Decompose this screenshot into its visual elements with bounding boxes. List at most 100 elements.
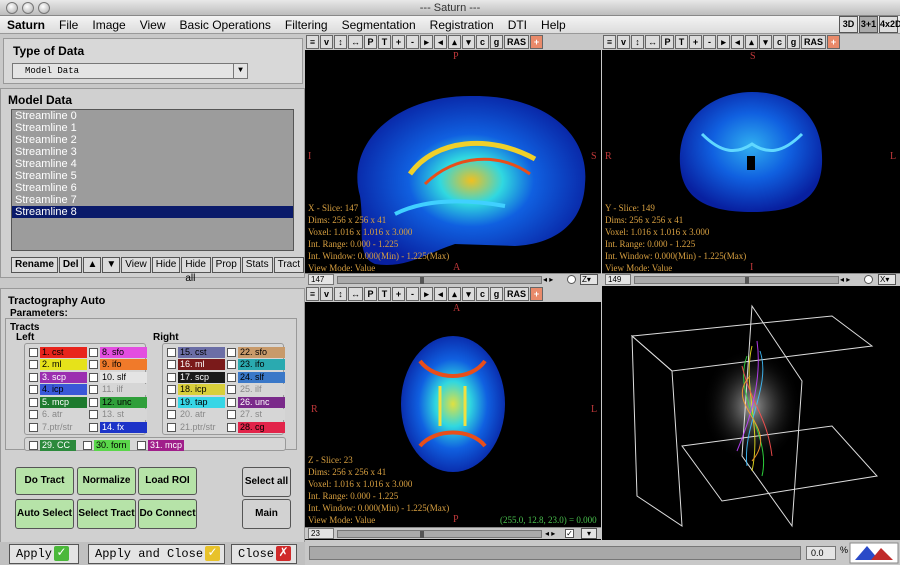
tract-checkbox[interactable] <box>29 385 38 394</box>
tract-checkbox[interactable] <box>29 410 38 419</box>
tract-option[interactable]: 13. st <box>89 409 147 421</box>
tract-option[interactable]: 31. mcp <box>137 439 184 451</box>
tract-option[interactable]: 9. ifo <box>89 359 147 371</box>
tract-checkbox[interactable] <box>167 372 176 382</box>
close-button[interactable]: Close ✗ <box>231 544 297 564</box>
menu-image[interactable]: Image <box>85 16 132 34</box>
tract-option[interactable]: 16. ml <box>167 359 225 371</box>
coronal-view[interactable]: ≡ v ↕ ↔ P T + - ▸ ◂ ▴ ▾ c g RAS + S R L I Y - Slice: 14… <box>602 34 900 285</box>
select-all-button[interactable]: Select all <box>242 467 291 497</box>
auto-select-button[interactable]: Auto Select <box>15 499 74 529</box>
tract-option[interactable]: 8. sfo <box>89 346 147 358</box>
list-item[interactable]: Streamline 3 <box>12 146 293 158</box>
tract-option[interactable]: 24. slf <box>227 371 285 383</box>
slider-thumb[interactable] <box>745 277 749 284</box>
axis-select[interactable]: Z▾ <box>580 274 598 285</box>
apply-and-close-button[interactable]: Apply and Close ✓ <box>88 544 225 564</box>
tract-checkbox[interactable] <box>83 440 92 450</box>
layout-3d-button[interactable]: 3D <box>839 16 858 33</box>
tract-option[interactable]: 3. scp <box>29 371 87 383</box>
menu-registration[interactable]: Registration <box>423 16 501 34</box>
streamline-list[interactable]: Streamline 0 Streamline 1 Streamline 2 Stre… <box>11 109 294 251</box>
model-view-button[interactable]: View <box>121 257 151 273</box>
slice-number[interactable]: 147 <box>308 274 334 285</box>
data-type-select[interactable]: Model Data ▼ <box>12 63 248 79</box>
tract-checkbox[interactable] <box>167 410 176 419</box>
step-arrows-icon[interactable]: ◂ ▸ <box>840 275 850 284</box>
sync-radio[interactable] <box>567 275 576 284</box>
list-item[interactable]: Streamline 1 <box>12 122 293 134</box>
tract-checkbox[interactable] <box>167 422 176 432</box>
tract-option[interactable]: 7.ptr/str <box>29 421 87 433</box>
tract-checkbox[interactable] <box>89 422 98 432</box>
tract-checkbox[interactable] <box>89 372 98 382</box>
tract-checkbox[interactable] <box>29 397 38 407</box>
tract-checkbox[interactable] <box>167 397 176 407</box>
tract-option[interactable]: 1. cst <box>29 346 87 358</box>
do-tract-button[interactable]: Do Tract <box>15 467 74 495</box>
sagittal-view[interactable]: ≡ v ↕ ↔ P T + - ▸ ◂ ▴ ▾ c g RAS + P I S A X - Slice: 14… <box>305 34 601 285</box>
sagittal-slice-slider[interactable]: 147 ◂ ▸ Z▾ <box>305 273 601 285</box>
tract-option[interactable]: 17. scp <box>167 371 225 383</box>
model-move-down-button[interactable]: ▼ <box>102 257 121 273</box>
tract-option[interactable]: 11. ilf <box>89 384 147 396</box>
menu-file[interactable]: File <box>52 16 85 34</box>
tract-checkbox[interactable] <box>137 440 146 450</box>
load-roi-button[interactable]: Load ROI <box>138 467 197 495</box>
tract-option[interactable]: 26. unc <box>227 396 285 408</box>
slice-number[interactable]: 23 <box>308 528 334 539</box>
3d-view[interactable] <box>602 286 900 540</box>
tract-option[interactable]: 5. mcp <box>29 396 87 408</box>
axial-view[interactable]: ≡ v ↕ ↔ P T + - ▸ ◂ ▴ ▾ c g RAS + A R L P Z - Slice: 23… <box>305 286 601 540</box>
close-window-icon[interactable] <box>6 2 18 14</box>
list-item[interactable]: Streamline 2 <box>12 134 293 146</box>
tract-option[interactable]: 4. icp <box>29 384 87 396</box>
minimize-window-icon[interactable] <box>22 2 34 14</box>
step-arrows-icon[interactable]: ◂ ▸ <box>543 275 553 284</box>
axial-slice-slider[interactable]: 23 ◂ ▸ ✓ ▾ <box>305 527 601 539</box>
model-tract-button[interactable]: Tract <box>273 257 304 273</box>
tract-option[interactable]: 29. CC <box>29 439 76 451</box>
tract-checkbox[interactable] <box>227 385 236 394</box>
tract-checkbox[interactable] <box>89 410 98 419</box>
slider-thumb[interactable] <box>420 277 424 284</box>
model-hide-all-button[interactable]: Hide all <box>181 257 211 284</box>
tract-checkbox[interactable] <box>29 347 38 357</box>
tract-checkbox[interactable] <box>29 360 38 369</box>
tract-checkbox[interactable] <box>89 347 98 357</box>
tract-option[interactable]: 6. atr <box>29 409 87 421</box>
chevron-down-icon[interactable]: ▾ <box>581 528 597 539</box>
model-prop-button[interactable]: Prop <box>211 257 241 273</box>
tract-checkbox[interactable] <box>29 440 38 450</box>
tract-option[interactable]: 30. forn <box>83 439 130 451</box>
tract-checkbox[interactable] <box>227 422 236 432</box>
menu-saturn[interactable]: Saturn <box>0 16 52 34</box>
list-item[interactable]: Streamline 0 <box>12 110 293 122</box>
tract-option[interactable]: 27. st <box>227 409 285 421</box>
menu-basic-operations[interactable]: Basic Operations <box>173 16 278 34</box>
model-del-button[interactable]: Del <box>58 257 83 273</box>
tract-checkbox[interactable] <box>29 372 38 382</box>
tract-checkbox[interactable] <box>227 397 236 407</box>
normalize-button[interactable]: Normalize <box>77 467 136 495</box>
model-stats-button[interactable]: Stats <box>241 257 273 273</box>
list-item[interactable]: Streamline 4 <box>12 158 293 170</box>
tract-checkbox[interactable] <box>227 360 236 369</box>
slider-track[interactable] <box>337 530 542 538</box>
slider-track[interactable] <box>337 276 542 284</box>
sync-checkbox[interactable]: ✓ <box>565 529 574 538</box>
list-item[interactable]: Streamline 7 <box>12 194 293 206</box>
slider-thumb[interactable] <box>420 531 424 538</box>
slider-track[interactable] <box>634 276 839 284</box>
chevron-down-icon[interactable]: ▼ <box>233 64 247 78</box>
tract-option[interactable]: 2. ml <box>29 359 87 371</box>
list-item[interactable]: Streamline 6 <box>12 182 293 194</box>
tract-option[interactable]: 20. atr <box>167 409 225 421</box>
tract-option[interactable]: 18. icp <box>167 384 225 396</box>
tract-checkbox[interactable] <box>227 347 236 357</box>
tract-checkbox[interactable] <box>167 385 176 394</box>
main-button[interactable]: Main <box>242 499 291 529</box>
tract-checkbox[interactable] <box>29 422 38 432</box>
menu-help[interactable]: Help <box>534 16 573 34</box>
tract-option[interactable]: 21.ptr/str <box>167 421 225 433</box>
